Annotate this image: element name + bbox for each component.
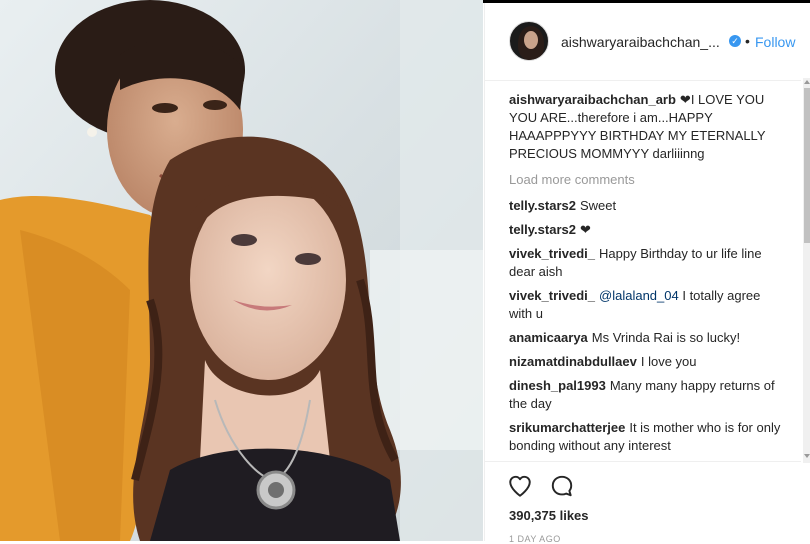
comment-username[interactable]: vivek_trivedi_ [509, 288, 595, 303]
comment-bubble-icon[interactable] [549, 473, 575, 499]
comment-text: Sweet [579, 198, 617, 213]
heart-outline-icon[interactable] [507, 473, 533, 499]
comment-item: nizamatdinabdullaev I love you [509, 353, 781, 371]
username-link[interactable]: aishwaryaraibachchan_... [561, 34, 720, 50]
instagram-post-window: aishwaryaraibachchan_... ✓ • Follow aish… [0, 0, 810, 544]
caption-username[interactable]: aishwaryaraibachchan_arb [509, 92, 676, 107]
comment-username[interactable]: dinesh_pal1993 [509, 378, 606, 393]
comment-item: vivek_trivedi_ @lalaland_04 I totally agr… [509, 287, 781, 323]
comment-username[interactable]: telly.stars2 [509, 198, 576, 213]
post-actions: 390,375 likes 1 DAY AGO [485, 461, 801, 544]
scrollbar-thumb[interactable] [804, 88, 810, 243]
comment-item: srikumarchatterjee It is mother who is fo… [509, 419, 781, 455]
comment-username[interactable]: telly.stars2 [509, 222, 576, 237]
comment-username[interactable]: anamicaarya [509, 330, 588, 345]
separator-dot: • [745, 33, 750, 49]
comment-mention-link[interactable]: @lalaland_04 [599, 288, 679, 303]
post-photo[interactable] [0, 0, 483, 541]
comment-username[interactable]: srikumarchatterjee [509, 420, 625, 435]
post-timestamp[interactable]: 1 DAY AGO [509, 534, 561, 544]
comment-item: anamicaarya Ms Vrinda Rai is so lucky! [509, 329, 781, 347]
comment-text: I love you [640, 354, 697, 369]
comment-item: telly.stars2 Sweet [509, 197, 781, 215]
comment-item: vivek_trivedi_ Happy Birthday to ur life … [509, 245, 781, 281]
comment-username[interactable]: vivek_trivedi_ [509, 246, 595, 261]
scroll-down-arrow-icon[interactable] [804, 454, 810, 458]
likes-count[interactable]: 390,375 likes [509, 508, 589, 523]
comment-item: telly.stars2 ❤ [509, 221, 781, 239]
post-header: aishwaryaraibachchan_... ✓ • Follow [485, 3, 801, 81]
post-side-panel: aishwaryaraibachchan_... ✓ • Follow aish… [484, 3, 810, 544]
comment-text: ❤ [579, 222, 591, 237]
photo-illustration [0, 0, 483, 541]
load-more-comments-link[interactable]: Load more comments [509, 171, 781, 189]
scroll-up-arrow-icon[interactable] [804, 80, 810, 84]
comment-item: dinesh_pal1993 Many many happy returns of… [509, 377, 781, 413]
caption: aishwaryaraibachchan_arb ❤I LOVE YOU YOU … [509, 91, 781, 163]
comments-list[interactable]: aishwaryaraibachchan_arb ❤I LOVE YOU YOU … [509, 91, 781, 459]
comment-text: Ms Vrinda Rai is so lucky! [591, 330, 741, 345]
comment-username[interactable]: nizamatdinabdullaev [509, 354, 637, 369]
verified-badge-icon: ✓ [729, 35, 741, 47]
avatar[interactable] [509, 21, 549, 61]
follow-button[interactable]: Follow [755, 34, 795, 50]
